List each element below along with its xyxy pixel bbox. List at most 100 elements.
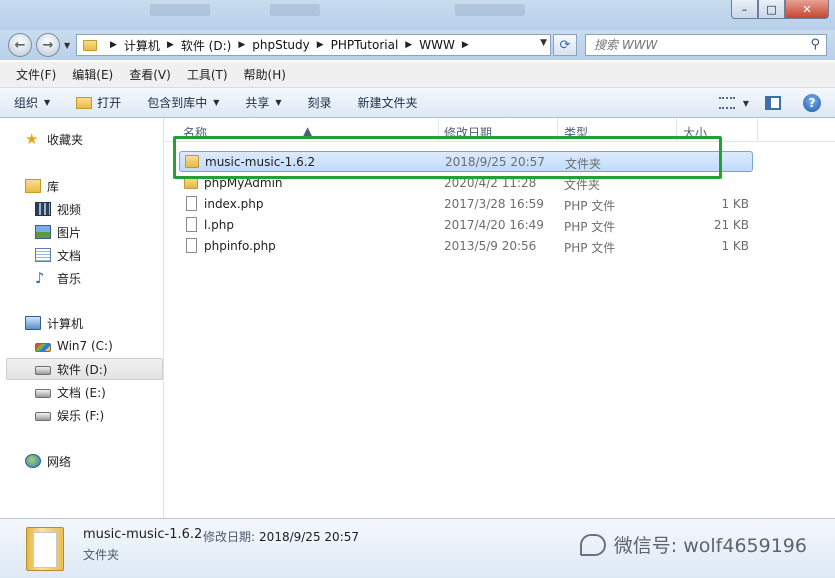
back-button[interactable]: ←: [8, 33, 32, 57]
file-date: 2013/5/9 20:56: [444, 239, 537, 253]
close-button[interactable]: ✕: [785, 0, 829, 19]
file-row[interactable]: index.php 2017/3/28 16:59 PHP 文件 1 KB: [179, 194, 753, 215]
navigation-pane: ★ 收藏夹 库 视频 图片 文档 ♪ 音乐 计算机 Win7 (C:) 软件 (D:…: [0, 118, 164, 518]
sidebar-item-label: Win7 (C:): [57, 339, 113, 353]
sidebar-item-favorites[interactable]: ★ 收藏夹: [0, 128, 163, 150]
file-row[interactable]: phpMyAdmin 2020/4/2 11:28 文件夹: [179, 173, 753, 194]
view-options-icon[interactable]: [718, 97, 735, 109]
menu-view[interactable]: 查看(V): [121, 66, 179, 83]
sidebar-item-music[interactable]: ♪ 音乐: [0, 267, 163, 289]
menu-help[interactable]: 帮助(H): [236, 66, 294, 83]
details-modified-label: 修改日期:: [203, 530, 256, 544]
column-divider[interactable]: [757, 118, 758, 142]
file-type: PHP 文件: [564, 199, 616, 213]
address-row: ← → ▼ ▶ 计算机 ▶ 软件 (D:) ▶ phpStudy ▶ PHPTu…: [0, 30, 835, 60]
file-type: PHP 文件: [564, 241, 616, 255]
watermark-text: 微信号: wolf4659196: [613, 535, 807, 557]
title-bar-background: [150, 4, 210, 16]
file-name: index.php: [204, 197, 264, 211]
column-divider[interactable]: [438, 118, 439, 142]
column-divider[interactable]: [676, 118, 677, 142]
watermark: 微信号: wolf4659196: [579, 531, 807, 558]
breadcrumb-phpstudy[interactable]: phpStudy: [252, 38, 310, 52]
breadcrumb-phptutorial[interactable]: PHPTutorial: [331, 38, 399, 52]
address-bar[interactable]: ▶ 计算机 ▶ 软件 (D:) ▶ phpStudy ▶ PHPTutorial…: [76, 34, 551, 56]
open-label: 打开: [97, 96, 122, 110]
file-date: 2017/3/28 16:59: [444, 197, 544, 211]
share-button[interactable]: 共享 ▼: [245, 94, 281, 111]
breadcrumb-www[interactable]: WWW: [419, 38, 455, 52]
hard-drive-icon: [35, 389, 51, 398]
details-modified-value: 2018/9/25 20:57: [259, 530, 359, 544]
library-icon: [25, 179, 41, 193]
column-date[interactable]: 修改日期: [444, 124, 492, 141]
column-size[interactable]: 大小: [683, 124, 707, 141]
file-icon: [186, 217, 197, 232]
organize-label: 组织: [14, 96, 39, 110]
wechat-icon: [579, 533, 606, 556]
sidebar-item-drive-c[interactable]: Win7 (C:): [0, 335, 163, 357]
open-button[interactable]: 打开: [76, 94, 121, 111]
hard-drive-icon: [35, 412, 51, 421]
file-row[interactable]: phpinfo.php 2013/5/9 20:56 PHP 文件 1 KB: [179, 236, 753, 257]
chevron-right-icon[interactable]: ▶: [167, 40, 174, 50]
sidebar-item-drive-d[interactable]: 软件 (D:): [6, 358, 163, 380]
chevron-right-icon[interactable]: ▶: [110, 40, 117, 50]
sidebar-item-label: 娱乐 (F:): [57, 408, 105, 423]
sidebar-item-documents[interactable]: 文档: [0, 244, 163, 266]
title-bar: – □ ✕: [0, 0, 835, 30]
refresh-icon: ⟳: [559, 37, 571, 53]
chevron-down-icon[interactable]: ▼: [743, 99, 749, 108]
column-name[interactable]: 名称: [183, 124, 207, 141]
column-type[interactable]: 类型: [564, 124, 588, 141]
search-input[interactable]: [586, 35, 796, 55]
minimize-button[interactable]: –: [731, 0, 758, 19]
file-date: 2018/9/25 20:57: [445, 155, 545, 169]
organize-button[interactable]: 组织 ▼: [14, 94, 50, 111]
sidebar-item-network[interactable]: 网络: [0, 450, 163, 472]
share-label: 共享: [245, 96, 270, 110]
help-icon[interactable]: ?: [803, 94, 821, 112]
burn-button[interactable]: 刻录: [308, 94, 332, 111]
picture-icon: [35, 225, 51, 239]
file-row[interactable]: l.php 2017/4/20 16:49 PHP 文件 21 KB: [179, 215, 753, 236]
new-folder-button[interactable]: 新建文件夹: [358, 94, 418, 111]
column-divider[interactable]: [557, 118, 558, 142]
forward-button[interactable]: →: [36, 33, 60, 57]
include-in-library-button[interactable]: 包含到库中 ▼: [147, 94, 219, 111]
file-row[interactable]: music-music-1.6.2 2018/9/25 20:57 文件夹: [179, 151, 753, 172]
chevron-right-icon[interactable]: ▶: [462, 40, 469, 50]
refresh-button[interactable]: ⟳: [553, 34, 577, 56]
menu-tools[interactable]: 工具(T): [179, 66, 236, 83]
sidebar-item-pictures[interactable]: 图片: [0, 221, 163, 243]
menu-file[interactable]: 文件(F): [8, 66, 64, 83]
recent-pages-dropdown-icon[interactable]: ▼: [64, 41, 70, 50]
chevron-down-icon: ▼: [275, 98, 282, 107]
hard-drive-icon: [35, 366, 51, 375]
menu-edit[interactable]: 编辑(E): [64, 66, 121, 83]
preview-pane-icon[interactable]: [765, 96, 781, 110]
back-arrow-icon: ←: [14, 37, 26, 53]
windows-drive-icon: [35, 343, 51, 352]
chevron-right-icon[interactable]: ▶: [317, 40, 324, 50]
chevron-down-icon: ▼: [44, 98, 51, 107]
folder-icon: [185, 155, 199, 168]
sidebar-item-libraries[interactable]: 库: [0, 175, 163, 197]
view-controls: ▼ ?: [718, 88, 835, 118]
sidebar-item-computer[interactable]: 计算机: [0, 312, 163, 334]
burn-label: 刻录: [307, 96, 332, 110]
sidebar-item-drive-e[interactable]: 文档 (E:): [0, 381, 163, 403]
forward-arrow-icon: →: [42, 37, 54, 53]
file-type: 文件夹: [565, 157, 602, 171]
breadcrumb-drive-d[interactable]: 软件 (D:): [181, 37, 231, 54]
address-dropdown-icon[interactable]: ▼: [540, 38, 547, 48]
details-name: music-music-1.6.2: [83, 527, 203, 542]
sidebar-item-label: 文档 (E:): [57, 385, 106, 400]
chevron-right-icon[interactable]: ▶: [238, 40, 245, 50]
maximize-button[interactable]: □: [758, 0, 785, 19]
sidebar-item-videos[interactable]: 视频: [0, 198, 163, 220]
breadcrumb-computer[interactable]: 计算机: [124, 37, 160, 54]
sidebar-item-drive-f[interactable]: 娱乐 (F:): [0, 404, 163, 426]
search-icon[interactable]: ⚲: [810, 37, 820, 52]
chevron-right-icon[interactable]: ▶: [405, 40, 412, 50]
